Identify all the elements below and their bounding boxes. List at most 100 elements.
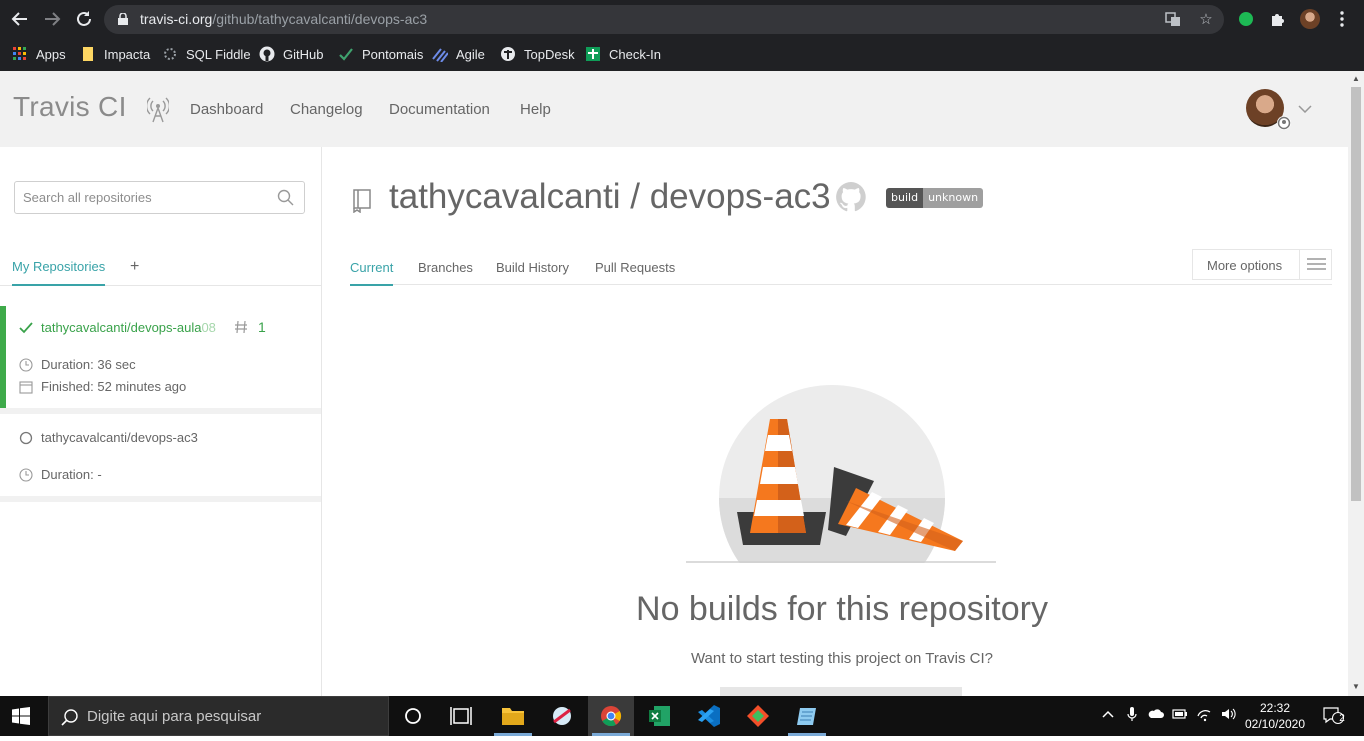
tab-my-repositories[interactable]: My Repositories — [12, 259, 106, 286]
more-options-label: More options — [1207, 258, 1283, 273]
search-input[interactable] — [15, 182, 255, 213]
finished-text: Finished: 52 minutes ago — [41, 379, 187, 394]
vscode-icon[interactable] — [686, 696, 732, 736]
tab-build-history[interactable]: Build History — [496, 260, 569, 284]
translate-icon[interactable] — [1164, 11, 1182, 29]
repo-name[interactable]: tathycavalcanti/devops-ac3 — [41, 430, 198, 445]
browser-nav-row: travis-ci.org/github/tathycavalcanti/dev… — [0, 0, 1364, 38]
github-badge-icon — [1277, 116, 1291, 130]
repo-name[interactable]: tathycavalcanti/devops-aula — [41, 320, 201, 335]
sidebar: My Repositories + tathycavalcanti/devops… — [0, 147, 322, 696]
repo-card-devops-ac3[interactable]: tathycavalcanti/devops-ac3 Duration: - — [0, 414, 321, 496]
bookmark-label: Agile — [456, 46, 485, 62]
repository-book-icon — [353, 189, 371, 213]
repo-duration: Duration: - — [19, 467, 102, 482]
hash-icon — [235, 320, 247, 334]
bookmark-topdesk[interactable]: TopDesk — [500, 45, 575, 63]
volume-icon[interactable] — [1220, 706, 1236, 722]
empty-state-subtitle: Want to start testing this project on Tr… — [690, 650, 994, 667]
back-arrow-icon[interactable] — [9, 8, 31, 30]
snipping-tool-icon[interactable] — [539, 696, 585, 736]
clock-date: 02/10/2020 — [1244, 717, 1306, 731]
bookmark-label: GitHub — [283, 46, 324, 62]
bookmark-apps[interactable]: Apps — [12, 45, 66, 63]
battery-icon[interactable] — [1172, 706, 1188, 722]
microphone-icon[interactable] — [1124, 706, 1140, 722]
file-explorer-icon[interactable] — [490, 696, 536, 736]
tab-branches[interactable]: Branches — [418, 260, 473, 284]
notification-count: 2 — [1339, 713, 1345, 724]
badge-label: build — [886, 188, 924, 208]
github-icon — [259, 46, 275, 62]
chrome-icon[interactable] — [588, 696, 634, 736]
bookmark-label: Pontomais — [362, 46, 424, 62]
nav-changelog[interactable]: Changelog — [290, 101, 363, 118]
url-text: travis-ci.org/github/tathycavalcanti/dev… — [140, 11, 428, 27]
nav-help[interactable]: Help — [520, 101, 551, 118]
scrollbar-thumb[interactable] — [1351, 87, 1361, 501]
cortana-icon[interactable] — [390, 696, 436, 736]
address-bar[interactable]: travis-ci.org/github/tathycavalcanti/dev… — [104, 5, 1224, 34]
onedrive-cloud-icon[interactable] — [1148, 706, 1164, 722]
browser-toolbar: travis-ci.org/github/tathycavalcanti/dev… — [0, 0, 1364, 71]
scroll-up-arrow-icon[interactable]: ▲ — [1352, 75, 1360, 83]
tab-pull-requests[interactable]: Pull Requests — [595, 260, 675, 284]
bookmark-impacta[interactable]: Impacta — [80, 45, 150, 63]
build-status-badge[interactable]: build unknown — [886, 188, 984, 208]
bookmark-agile[interactable]: Agile — [432, 45, 485, 63]
search-icon[interactable] — [277, 189, 294, 206]
chevron-down-icon[interactable] — [1298, 105, 1312, 113]
taskbar-search[interactable]: Digite aqui para pesquisar — [48, 696, 389, 736]
taskbar-clock[interactable]: 22:32 02/10/2020 — [1244, 700, 1306, 732]
bookmark-star-icon[interactable]: ☆ — [1197, 11, 1215, 29]
notepad-app-icon[interactable] — [784, 696, 830, 736]
hamburger-icon[interactable] — [1299, 250, 1332, 279]
forward-arrow-icon[interactable] — [41, 8, 63, 30]
nav-documentation[interactable]: Documentation — [389, 101, 490, 118]
bookmark-pontomais[interactable]: Pontomais — [338, 45, 423, 63]
bookmark-github[interactable]: GitHub — [259, 45, 323, 63]
bookmark-label: Apps — [36, 46, 66, 62]
extensions-puzzle-icon[interactable] — [1269, 10, 1287, 28]
nav-dashboard[interactable]: Dashboard — [190, 101, 263, 118]
build-number[interactable]: 1 — [234, 319, 266, 335]
profile-avatar-icon[interactable] — [1300, 9, 1320, 29]
bookmarks-bar: Apps Impacta SQL Fiddle GitHub Pontomais… — [0, 38, 1364, 71]
windows-start-icon[interactable] — [12, 707, 30, 725]
bookmark-sql-fiddle[interactable]: SQL Fiddle — [162, 45, 251, 63]
reload-icon[interactable] — [73, 8, 95, 30]
bookmark-label: Impacta — [104, 46, 151, 62]
status-circle-icon — [19, 431, 33, 444]
clock-icon — [19, 467, 33, 482]
browser-menu-icon[interactable] — [1336, 10, 1354, 28]
broadcast-radar-icon[interactable] — [147, 97, 169, 123]
wifi-icon[interactable] — [1196, 706, 1212, 722]
search-box — [14, 181, 305, 214]
excel-icon[interactable] — [637, 696, 683, 736]
traffic-cones-illustration — [686, 385, 996, 563]
topdesk-icon — [501, 47, 515, 61]
bookmark-label: SQL Fiddle — [186, 46, 251, 62]
more-options-button[interactable]: More options — [1192, 249, 1332, 280]
sql-fiddle-icon — [164, 48, 176, 60]
github-icon[interactable] — [835, 181, 867, 213]
travis-logo[interactable]: Travis CI — [13, 91, 127, 123]
repo-card-devops-aula08[interactable]: tathycavalcanti/devops-aula 08 1 Duration… — [0, 306, 321, 408]
folder-icon — [83, 47, 93, 61]
tab-current[interactable]: Current — [350, 260, 394, 286]
tray-chevron-up-icon[interactable] — [1100, 706, 1116, 722]
extension-green-icon[interactable] — [1237, 10, 1255, 28]
activate-repository-button[interactable] — [720, 687, 962, 696]
add-repository-button[interactable]: + — [130, 258, 139, 276]
task-view-icon[interactable] — [438, 696, 484, 736]
bookmark-check-in[interactable]: Check-In — [585, 45, 661, 63]
calendar-icon — [19, 380, 33, 394]
page-scrollbar[interactable]: ▲ ▼ — [1348, 71, 1364, 696]
clock-time: 22:32 — [1259, 701, 1291, 715]
duration-text: Duration: - — [41, 467, 102, 482]
scroll-down-arrow-icon[interactable]: ▼ — [1352, 683, 1360, 691]
bookmark-label: TopDesk — [524, 46, 575, 62]
main-content: tathycavalcanti / devops-ac3 build unkno… — [322, 147, 1348, 696]
repo-name-faded: 08 — [201, 320, 216, 335]
git-kraken-icon[interactable] — [735, 696, 781, 736]
